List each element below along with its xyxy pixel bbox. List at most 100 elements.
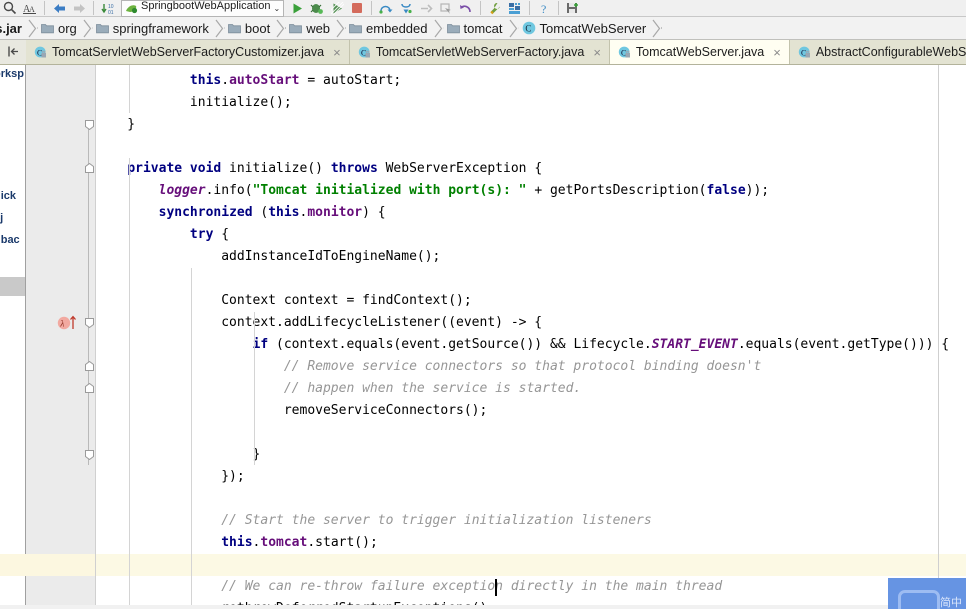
- tab-label: TomcatWebServer.java: [635, 45, 765, 59]
- database-icon[interactable]: [505, 0, 525, 17]
- code-line[interactable]: private void initialize() throws WebServ…: [96, 158, 542, 180]
- breadcrumb-item-boot[interactable]: boot: [224, 17, 276, 39]
- tab-label: TomcatServletWebServerFactoryCustomizer.…: [52, 45, 325, 59]
- code-line[interactable]: // Start the server to trigger initializ…: [96, 510, 651, 532]
- run-with-coverage-icon[interactable]: [327, 0, 347, 17]
- project-tool-window-edge[interactable]: orksp uick 4j gbac: [0, 65, 26, 609]
- step-over-icon[interactable]: [376, 0, 396, 17]
- code-token: try: [189, 227, 214, 242]
- run-icon[interactable]: [287, 0, 307, 17]
- code-token: {: [213, 227, 230, 242]
- code-line[interactable]: this.tomcat.start();: [96, 532, 378, 554]
- chevron-down-icon[interactable]: ⌄: [273, 4, 280, 13]
- breadcrumb-item-jar[interactable]: es.jar: [0, 17, 28, 39]
- folder-icon: [227, 23, 241, 33]
- fold-marker-start[interactable]: [84, 162, 95, 174]
- run-configuration-selector[interactable]: SpringbootWebApplication ⌄: [121, 0, 285, 17]
- code-line[interactable]: try {: [96, 224, 229, 246]
- code-line[interactable]: // happen when the service is started.: [96, 378, 581, 400]
- find-in-path-icon[interactable]: AA: [20, 0, 40, 17]
- editor-fold-gutter[interactable]: [84, 65, 95, 609]
- breadcrumb-item-springframework[interactable]: springframework: [92, 17, 215, 39]
- close-icon[interactable]: ×: [773, 46, 781, 59]
- breadcrumb-item-embedded[interactable]: embedded: [345, 17, 433, 39]
- code-line[interactable]: context.addLifecycleListener((event) -> …: [96, 312, 542, 334]
- code-token: addInstanceIdToEngineName();: [96, 249, 441, 264]
- tab-tomcatservletwebserverfactory[interactable]: C TomcatServletWebServerFactory.java ×: [349, 40, 610, 64]
- code-line[interactable]: // We can re-throw failure exception dir…: [96, 576, 722, 598]
- java-class-icon: C: [798, 46, 810, 57]
- close-icon[interactable]: ×: [593, 46, 601, 59]
- fold-marker-end[interactable]: [84, 449, 95, 461]
- fold-marker-end[interactable]: [84, 317, 95, 329]
- stop-icon[interactable]: [347, 0, 367, 17]
- editor-right-margin-line: [938, 65, 939, 609]
- class-icon: C: [522, 21, 535, 35]
- breadcrumb-separator-icon: [434, 17, 443, 39]
- input-method-popup[interactable]: 简中: [888, 578, 966, 609]
- folder-icon: [41, 23, 54, 33]
- code-line[interactable]: }: [96, 444, 261, 466]
- code-line[interactable]: Context context = findContext();: [96, 290, 472, 312]
- tab-abstractconfigurablewebs[interactable]: C AbstractConfigurableWebS: [789, 40, 966, 64]
- code-content[interactable]: this.tomcat = tomcat; this.autoStart = a…: [96, 65, 966, 609]
- code-token: Context context = findContext();: [96, 293, 472, 308]
- code-token: throws: [330, 161, 378, 176]
- project-tree-item[interactable]: gbac: [0, 234, 20, 246]
- fold-marker-end[interactable]: [84, 119, 95, 131]
- run-configuration-name: SpringbootWebApplication: [141, 0, 271, 13]
- lambda-gutter-icon[interactable]: λ: [57, 315, 76, 330]
- code-token: initialize(): [221, 161, 331, 176]
- editor-tab-bar: C TomcatServletWebServerFactoryCustomize…: [0, 40, 966, 65]
- code-token: WebServerException {: [377, 161, 543, 176]
- code-token: ));: [745, 183, 770, 198]
- code-line[interactable]: if (context.equals(event.getSource()) &&…: [96, 334, 950, 356]
- project-tree-item[interactable]: 4j: [0, 212, 3, 224]
- project-tree-item[interactable]: uick: [0, 190, 16, 202]
- code-line[interactable]: removeServiceConnectors();: [96, 400, 488, 422]
- code-line[interactable]: initialize();: [96, 92, 292, 114]
- breadcrumb-item-org[interactable]: org: [37, 17, 83, 39]
- project-tree-item[interactable]: orksp: [0, 68, 24, 80]
- close-icon[interactable]: ×: [333, 46, 341, 59]
- fold-marker-start[interactable]: [84, 360, 95, 372]
- code-line[interactable]: this.autoStart = autoStart;: [96, 70, 401, 92]
- breadcrumb-item-web[interactable]: web: [285, 17, 336, 39]
- code-token: START_EVENT: [651, 337, 738, 352]
- tab-tomcatservletwebserverfactorycustomizer[interactable]: C TomcatServletWebServerFactoryCustomize…: [26, 40, 350, 64]
- toggle-line-numbers-icon[interactable]: 10 01: [98, 0, 118, 17]
- help-icon[interactable]: ?: [534, 0, 554, 17]
- back-icon[interactable]: [49, 0, 69, 17]
- indent-guide: [129, 158, 130, 609]
- step-into-icon[interactable]: [396, 0, 416, 17]
- code-token: this: [189, 73, 222, 88]
- code-token: private void: [127, 161, 222, 176]
- code-token: monitor: [307, 205, 363, 220]
- run-to-cursor-icon: [436, 0, 456, 17]
- pin-tab-icon[interactable]: [0, 40, 26, 64]
- code-line[interactable]: // Remove service connectors so that pro…: [96, 356, 761, 378]
- code-line[interactable]: addInstanceIdToEngineName();: [96, 246, 440, 268]
- fold-marker-start[interactable]: [84, 382, 95, 394]
- java-class-icon: C: [358, 46, 370, 57]
- code-token: this: [190, 65, 221, 66]
- breadcrumb-item-class[interactable]: C TomcatWebServer: [518, 17, 653, 39]
- settings-wrench-icon[interactable]: [485, 0, 505, 17]
- code-token: (context.equals(event.getSource()) && Li…: [268, 337, 652, 352]
- breadcrumb-item-tomcat[interactable]: tomcat: [443, 17, 509, 39]
- code-line[interactable]: synchronized (this.monitor) {: [96, 202, 386, 224]
- code-line[interactable]: });: [96, 466, 245, 488]
- tab-tomcatwebserver[interactable]: C TomcatWebServer.java ×: [609, 40, 790, 64]
- debug-icon[interactable]: [307, 0, 327, 17]
- save-all-icon[interactable]: [563, 0, 583, 17]
- input-method-label: 简中: [940, 597, 962, 609]
- code-line[interactable]: logger.info("Tomcat initialized with por…: [96, 180, 770, 202]
- undo-icon[interactable]: [456, 0, 476, 17]
- code-line[interactable]: }: [96, 114, 135, 136]
- search-icon[interactable]: [0, 0, 20, 17]
- folder-icon: [349, 23, 362, 33]
- breadcrumb-label: es.jar: [0, 20, 22, 36]
